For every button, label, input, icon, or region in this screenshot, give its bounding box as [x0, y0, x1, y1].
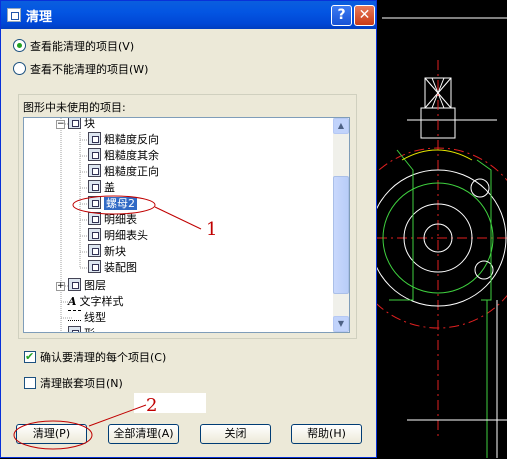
annotation-number-1: 1 [206, 219, 218, 240]
purge-dialog: 清理 ? ✕ 查看能清理的项目(V) 查看不能清理的项目(W) 图形中未使用的项… [0, 0, 377, 458]
highlight-ellipse-1 [72, 195, 156, 215]
pointer-line-1 [154, 206, 202, 230]
pointer-line-2 [88, 404, 147, 427]
cad-drawing-area[interactable] [377, 0, 507, 458]
annotation-marks [13, 195, 202, 450]
cad-drawing [377, 17, 507, 458]
highlight-ellipse-2 [13, 420, 93, 450]
annotation-number-2: 2 [146, 395, 158, 416]
